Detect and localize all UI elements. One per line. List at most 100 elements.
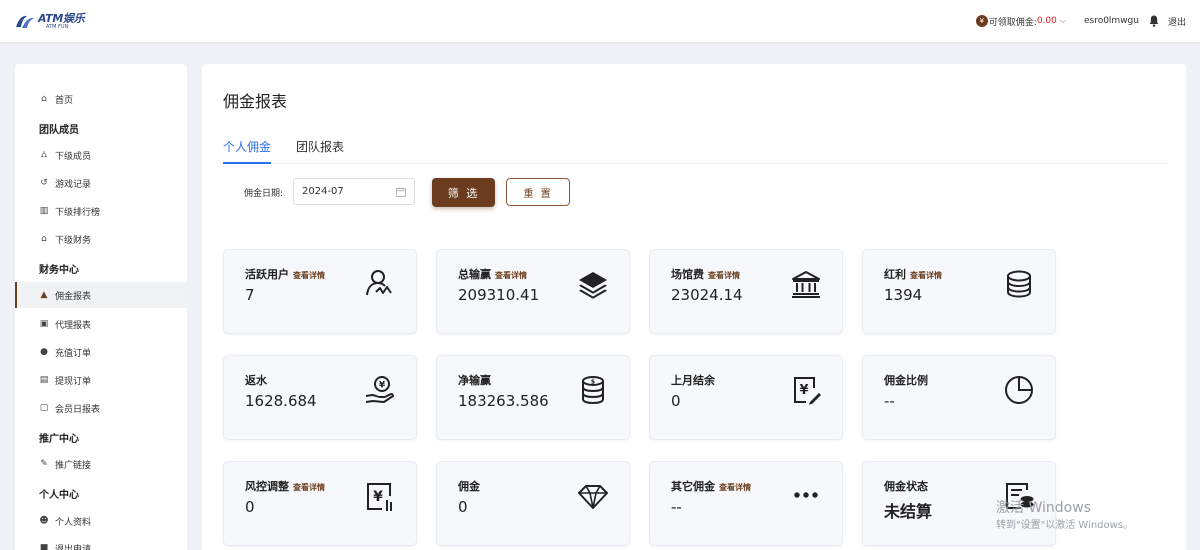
withdraw-icon: ▤ <box>39 375 49 385</box>
reset-button[interactable]: 重 置 <box>506 178 570 206</box>
stat-value: 7 <box>245 286 255 304</box>
report-icon: ▣ <box>39 319 49 329</box>
filter-button[interactable]: 筛 选 <box>432 178 495 207</box>
exit-request-icon: ■ <box>39 543 49 550</box>
stat-value: 183263.586 <box>458 392 549 410</box>
stat-card-rebate: 返水 1628.684 ¥ <box>223 355 417 440</box>
chevron-down-icon[interactable]: ⌵ <box>1060 16 1066 26</box>
stat-value: 1394 <box>884 286 923 304</box>
stat-card-commission-rate: 佣金比例 -- <box>862 355 1056 440</box>
hand-coin-icon: ¥ <box>365 376 394 403</box>
stat-card-commission: 佣金 0 <box>436 461 630 546</box>
section-title-personal: 个人中心 <box>39 490 79 501</box>
sidebar-item-member-daily[interactable]: ▢ 会员日报表 <box>15 395 187 421</box>
sidebar-item-label: 游戏记录 <box>55 179 92 190</box>
sidebar-item-commission-report[interactable]: ▲ 佣金报表 <box>15 282 187 308</box>
yen-edit-icon: ¥ <box>794 377 821 405</box>
stat-value: -- <box>884 392 895 410</box>
deposit-icon: ● <box>40 347 48 357</box>
stat-value: 0 <box>245 498 255 516</box>
stat-value: -- <box>671 498 682 516</box>
svg-text:¥: ¥ <box>373 489 383 505</box>
stat-card-net-win-loss: 净输赢 183263.586 $ <box>436 355 630 440</box>
sidebar-item-label: 退出申请 <box>55 544 92 550</box>
sidebar-item-label: 佣金报表 <box>55 291 92 302</box>
date-picker-input[interactable]: 2024-07 <box>293 178 415 205</box>
stat-card-risk-adjustment: 风控调整 查看详情 0 ¥ <box>223 461 417 546</box>
main-panel: 佣金报表 个人佣金 团队报表 佣金日期: 2024-07 筛 选 重 置 活跃用… <box>202 64 1186 550</box>
sidebar-item-ranking[interactable]: ▥ 下级排行榜 <box>15 198 187 224</box>
commission-label: 可领取佣金: <box>988 17 1037 28</box>
sidebar-item-game-records[interactable]: ↺ 游戏记录 <box>15 170 187 196</box>
logo-subtext: ATM FUN <box>46 23 69 30</box>
stat-value: 209310.41 <box>458 286 540 304</box>
sidebar-item-promo-link[interactable]: ✎ 推广链接 <box>15 451 187 477</box>
bar-chart-icon: ▥ <box>39 206 49 216</box>
view-details-link[interactable]: 查看详情 <box>719 483 751 492</box>
yen-adjust-icon: ¥ <box>367 483 392 511</box>
sidebar-item-profile[interactable]: ☻ 个人资料 <box>15 508 187 534</box>
logo-text: ATM娱乐 <box>38 11 85 25</box>
view-details-link[interactable]: 查看详情 <box>495 271 527 280</box>
stat-value: 0 <box>671 392 681 410</box>
coin-icon: ¥ <box>975 15 988 27</box>
sidebar-item-label: 下级排行榜 <box>55 207 101 218</box>
stat-card-active-users: 活跃用户 查看详情 7 <box>223 249 417 334</box>
sidebar-item-subordinates[interactable]: ⛼ 下级成员 <box>15 142 187 168</box>
logout-link[interactable]: 退出 <box>1168 15 1186 28</box>
tab-team-report[interactable]: 团队报表 <box>296 138 344 164</box>
stat-label: 返水 <box>245 374 267 387</box>
sidebar-item-exit-request[interactable]: ■ 退出申请 <box>15 535 187 550</box>
view-details-link[interactable]: 查看详情 <box>708 271 740 280</box>
stat-value: 0 <box>458 498 468 516</box>
sidebar-item-agent-report[interactable]: ▣ 代理报表 <box>15 311 187 337</box>
sidebar-item-sub-finance[interactable]: ⌂ 下级财务 <box>15 226 187 252</box>
stat-label: 红利 <box>884 268 906 281</box>
stat-card-last-month-balance: 上月结余 0 ¥ <box>649 355 843 440</box>
sidebar-item-deposit-orders[interactable]: ● 充值订单 <box>15 339 187 365</box>
stat-value: 23024.14 <box>671 286 743 304</box>
svg-text:$: $ <box>591 379 595 386</box>
stat-card-total-win-loss: 总输赢 查看详情 209310.41 <box>436 249 630 334</box>
tab-personal-commission[interactable]: 个人佣金 <box>223 138 272 164</box>
logo-icon <box>16 15 34 28</box>
username[interactable]: esro0lmwgu <box>1084 16 1139 26</box>
logo[interactable]: ATM娱乐 ATM FUN <box>14 10 85 32</box>
stat-label: 佣金比例 <box>884 374 928 387</box>
sidebar-item-label: 会员日报表 <box>55 404 101 415</box>
user-chart-icon <box>366 270 392 296</box>
svg-text:¥: ¥ <box>379 381 386 391</box>
view-details-link[interactable]: 查看详情 <box>910 271 942 280</box>
top-bar: ATM娱乐 ATM FUN ¥ 可领取佣金: 0.00 ⌵ esro0lmwgu… <box>0 0 1200 42</box>
bank-icon <box>792 271 820 298</box>
commission-amount: 0.00 <box>1036 16 1057 26</box>
stat-label: 佣金状态 <box>884 480 928 493</box>
home-icon: ⌂ <box>41 94 47 104</box>
more-icon <box>794 492 818 498</box>
stat-label: 其它佣金 <box>671 480 715 493</box>
sidebar-item-label: 下级财务 <box>55 235 92 246</box>
database-icon <box>1007 270 1031 298</box>
sidebar-item-home[interactable]: ⌂ 首页 <box>15 86 187 112</box>
sidebar-item-label: 提现订单 <box>55 376 92 387</box>
pie-icon <box>1005 376 1033 404</box>
sidebar: ⌂ 首页 团队成员 ⛼ 下级成员 ↺ 游戏记录 ▥ 下级排行榜 ⌂ 下级财务 财… <box>15 64 187 550</box>
view-details-link[interactable]: 查看详情 <box>293 271 325 280</box>
sidebar-item-withdraw-orders[interactable]: ▤ 提现订单 <box>15 367 187 393</box>
coin-stack-icon: $ <box>582 376 604 405</box>
svg-text:¥: ¥ <box>799 383 808 398</box>
calendar-report-icon: ▢ <box>39 403 49 413</box>
stat-card-venue-fee: 场馆费 查看详情 23024.14 <box>649 249 843 334</box>
history-icon: ↺ <box>40 178 48 188</box>
layers-icon <box>579 272 607 299</box>
stat-card-other-commission: 其它佣金 查看详情 -- <box>649 461 843 546</box>
bell-icon[interactable] <box>1149 15 1159 27</box>
stat-card-bonus: 红利 查看详情 1394 <box>862 249 1056 334</box>
stat-label: 场馆费 <box>671 268 704 281</box>
calendar-icon <box>396 187 406 197</box>
profile-icon: ☻ <box>39 516 49 526</box>
date-value: 2024-07 <box>302 186 344 197</box>
link-icon: ✎ <box>40 459 48 469</box>
org-chart-icon: ⛼ <box>40 149 48 160</box>
view-details-link[interactable]: 查看详情 <box>293 483 325 492</box>
